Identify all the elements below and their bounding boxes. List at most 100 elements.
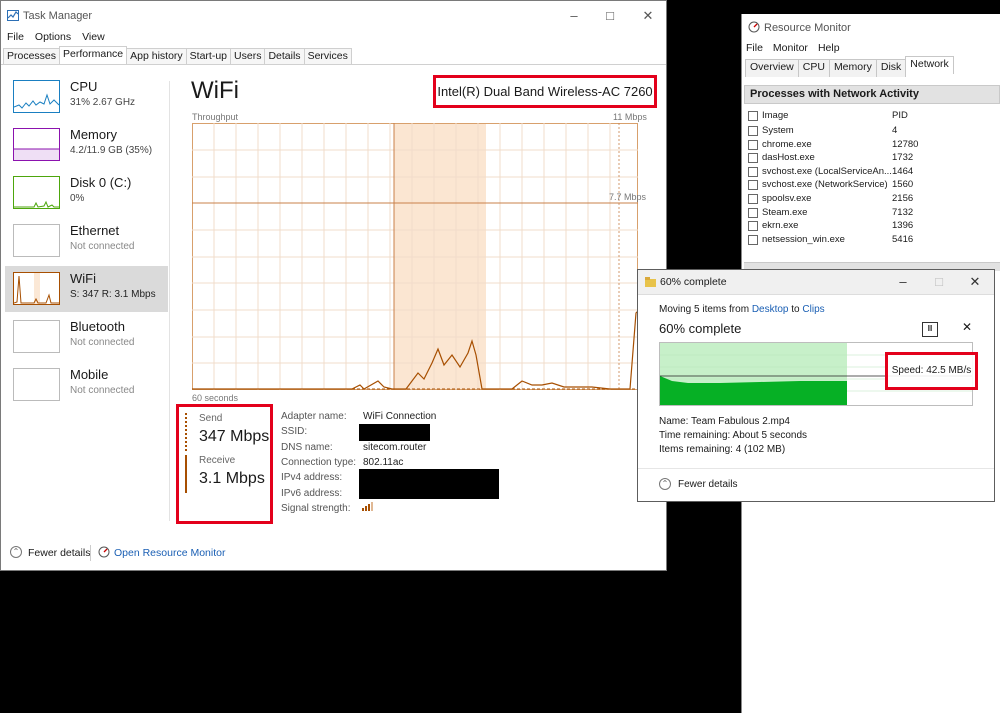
sidebar-item-label: Memory [70, 127, 117, 142]
row-checkbox[interactable] [748, 194, 758, 204]
table-row[interactable]: dasHost.exe 1732 [746, 152, 996, 166]
sidebar-item-subtitle: 4.2/11.9 GB (35%) [70, 145, 153, 156]
sidebar-item-disk[interactable]: Disk 0 (C:) 0% [5, 170, 168, 216]
tab-memory[interactable]: Memory [828, 59, 877, 77]
table-row[interactable]: System 4 [746, 125, 996, 139]
table-row[interactable]: ekrn.exe 1396 [746, 220, 996, 234]
transfer-description: Moving 5 items from Desktop to Clips [659, 304, 825, 315]
open-resource-monitor-link[interactable]: Open Resource Monitor [114, 547, 225, 559]
row-checkbox[interactable] [748, 221, 758, 231]
chevron-up-icon[interactable]: ⌃ [10, 546, 22, 558]
wifi-thumbnail-graph [13, 272, 60, 305]
maximize-button[interactable]: □ [922, 270, 956, 294]
table-row[interactable]: netsession_win.exe 5416 [746, 234, 996, 248]
fewer-details-link[interactable]: Fewer details [28, 547, 90, 559]
tab-users[interactable]: Users [230, 48, 266, 64]
maximize-button[interactable]: □ [593, 1, 627, 31]
tab-app-history[interactable]: App history [126, 48, 187, 64]
row-checkbox[interactable] [748, 235, 758, 245]
sidebar-item-cpu[interactable]: CPU 31% 2.67 GHz [5, 74, 168, 120]
table-row[interactable]: spoolsv.exe 2156 [746, 193, 996, 207]
chevron-up-icon[interactable]: ⌃ [659, 478, 671, 490]
sidebar-item-subtitle: 31% 2.67 GHz [70, 97, 136, 108]
detail-adapter-name: Adapter name: WiFi Connection [281, 411, 437, 422]
tab-details[interactable]: Details [264, 48, 305, 64]
column-image[interactable]: Image [762, 110, 788, 121]
sidebar-item-mobile[interactable]: Mobile Not connected [5, 362, 168, 408]
redacted-ssid [359, 424, 430, 441]
menu-bar: File Options View [1, 31, 110, 47]
row-checkbox[interactable] [748, 167, 758, 177]
title-bar[interactable]: 60% complete – □ ✕ [638, 270, 994, 295]
tab-services[interactable]: Services [303, 48, 352, 64]
menu-options[interactable]: Options [35, 31, 71, 43]
close-button[interactable]: ✕ [958, 270, 992, 294]
menu-view[interactable]: View [82, 31, 105, 43]
select-all-checkbox[interactable] [748, 111, 758, 121]
sidebar-item-subtitle: Not connected [70, 241, 135, 252]
detail-signal-strength: Signal strength: [281, 503, 351, 514]
destination-link[interactable]: Clips [802, 304, 824, 315]
mid-throughput-label: 7.7 Mbps [609, 192, 647, 202]
sidebar-item-ethernet[interactable]: Ethernet Not connected [5, 218, 168, 264]
row-checkbox[interactable] [748, 126, 758, 136]
window-title: Task Manager [23, 10, 93, 22]
sidebar-item-bluetooth[interactable]: Bluetooth Not connected [5, 314, 168, 360]
tab-cpu[interactable]: CPU [797, 59, 830, 77]
tab-divider [1, 64, 666, 65]
sidebar-item-label: CPU [70, 79, 98, 94]
folder-icon [645, 277, 656, 287]
sidebar-item-label: Mobile [70, 367, 109, 382]
minimize-button[interactable]: – [557, 1, 591, 31]
sidebar-item-label: Disk 0 (C:) [70, 175, 132, 190]
row-checkbox[interactable] [748, 180, 758, 190]
progress-heading: 60% complete [659, 321, 742, 336]
fewer-details-link[interactable]: Fewer details [678, 479, 737, 490]
task-manager-icon [7, 10, 19, 21]
row-checkbox[interactable] [748, 140, 758, 150]
table-row[interactable]: Steam.exe 7132 [746, 207, 996, 221]
menu-help[interactable]: Help [818, 42, 840, 54]
source-link[interactable]: Desktop [752, 304, 789, 315]
sidebar-item-subtitle: S: 347 R: 3.1 Mbps [70, 289, 156, 300]
page-title: WiFi [191, 77, 239, 104]
row-checkbox[interactable] [748, 153, 758, 163]
table-row[interactable]: svchost.exe (NetworkService) 1560 [746, 179, 996, 193]
row-checkbox[interactable] [748, 208, 758, 218]
items-remaining: Items remaining: 4 (102 MB) [659, 444, 786, 455]
tab-processes[interactable]: Processes [3, 48, 61, 64]
pause-button[interactable]: II [922, 322, 938, 337]
menu-file[interactable]: File [746, 42, 763, 54]
time-axis-label: 60 seconds [192, 393, 239, 403]
cancel-button[interactable]: ✕ [962, 320, 972, 334]
table-row[interactable]: svchost.exe (LocalServiceAn... 1464 [746, 166, 996, 180]
menu-file[interactable]: File [7, 31, 24, 43]
task-manager-window: Task Manager – □ ✕ File Options View Proce… [0, 0, 667, 571]
menu-monitor[interactable]: Monitor [773, 42, 808, 54]
signal-strength-icon [362, 502, 373, 511]
minimize-button[interactable]: – [886, 270, 920, 294]
tab-network[interactable]: Network [905, 56, 954, 74]
tab-performance[interactable]: Performance [59, 46, 128, 62]
detail-ipv4: IPv4 address: [281, 472, 343, 483]
sidebar-item-subtitle: Not connected [70, 385, 135, 396]
sidebar-item-subtitle: Not connected [70, 337, 135, 348]
column-pid[interactable]: PID [892, 110, 908, 121]
adapter-model-highlight: Intel(R) Dual Band Wireless-AC 7260 [433, 75, 657, 108]
tab-overview[interactable]: Overview [745, 59, 799, 77]
sidebar-item-wifi[interactable]: WiFi S: 347 R: 3.1 Mbps [5, 266, 168, 312]
table-row[interactable]: chrome.exe 12780 [746, 139, 996, 153]
window-title: Resource Monitor [764, 22, 851, 34]
title-bar[interactable]: Task Manager – □ ✕ [1, 1, 666, 31]
detail-ipv6: IPv6 address: [281, 488, 343, 499]
sidebar-item-memory[interactable]: Memory 4.2/11.9 GB (35%) [5, 122, 168, 168]
processes-panel-header[interactable]: Processes with Network Activity [744, 85, 1000, 104]
tab-disk[interactable]: Disk [875, 59, 907, 77]
window-title: 60% complete [660, 276, 727, 288]
ethernet-thumbnail-graph [13, 224, 60, 257]
close-button[interactable]: ✕ [631, 1, 665, 31]
tab-startup[interactable]: Start-up [185, 48, 232, 64]
column-header-row: Image PID [746, 110, 996, 124]
redacted-ip-addresses [359, 469, 499, 499]
tab-strip: Processes Performance App history Start-… [3, 46, 352, 64]
